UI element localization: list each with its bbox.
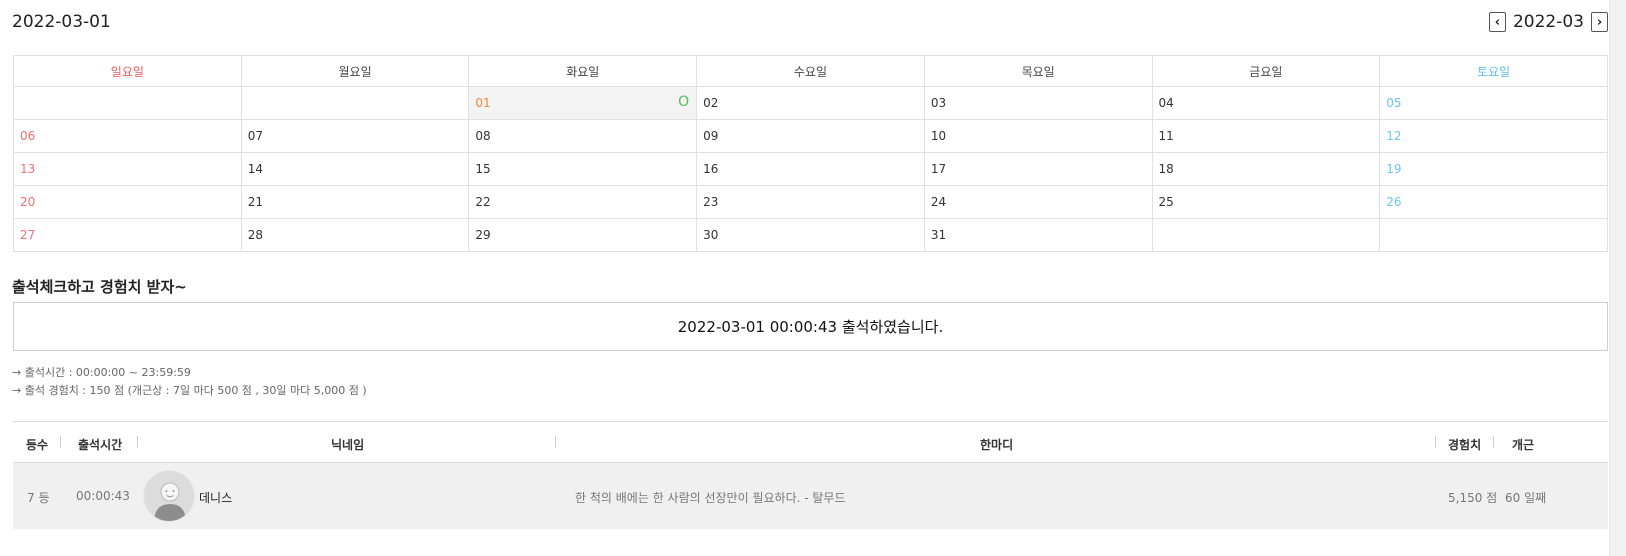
weekday-wednesday: 수요일 (696, 55, 925, 87)
calendar-day[interactable]: 22 (468, 185, 698, 219)
row-rank: 7 등 (27, 491, 50, 505)
calendar-day[interactable]: 26 (1379, 185, 1608, 219)
calendar-day-today[interactable]: 01 O (468, 86, 698, 120)
calendar-day[interactable]: 03 (923, 86, 1153, 120)
calendar-day[interactable]: 23 (696, 185, 925, 219)
next-month-button[interactable]: › (1591, 12, 1608, 32)
calendar-day-empty (240, 86, 470, 120)
column-divider (137, 436, 138, 448)
weekday-tuesday: 화요일 (468, 55, 698, 87)
column-exp: 경험치 (1448, 438, 1482, 452)
column-streak: 개근 (1512, 438, 1535, 452)
calendar-day[interactable]: 17 (923, 152, 1153, 186)
calendar-day[interactable]: 20 (13, 185, 242, 219)
calendar-week: 06 07 08 09 10 11 12 (13, 119, 1608, 153)
calendar-day[interactable]: 21 (240, 185, 470, 219)
attendance-message-box: 2022-03-01 00:00:43 출석하였습니다. (13, 302, 1608, 351)
prev-month-button[interactable]: ‹ (1488, 12, 1506, 32)
current-month: 2022-03 (1512, 12, 1584, 32)
attendance-message: 2022-03-01 00:00:43 출석하였습니다. (677, 318, 944, 336)
calendar-day[interactable]: 29 (468, 218, 698, 252)
calendar-day[interactable]: 24 (923, 185, 1153, 219)
calendar-header: 2022-03-01 ‹ 2022-03 › (12, 12, 1608, 38)
column-divider (1493, 436, 1494, 448)
attendance-section-title: 출석체크하고 경험치 받자~ (12, 278, 187, 296)
column-divider (1435, 436, 1436, 448)
calendar-day[interactable]: 10 (923, 119, 1153, 153)
calendar-day[interactable]: 14 (240, 152, 470, 186)
chevron-right-icon: › (1596, 14, 1603, 30)
calendar-day[interactable]: 31 (923, 218, 1153, 252)
calendar-day[interactable]: 05 (1379, 86, 1608, 120)
calendar-day[interactable]: 11 (1151, 119, 1381, 153)
weekday-sunday: 일요일 (13, 55, 242, 87)
list-item: 7 등 00:00:43 데니스 한 척의 배에는 한 사람의 선장만이 필요하… (13, 463, 1608, 529)
selected-date: 2022-03-01 (12, 12, 111, 32)
calendar-day[interactable]: 06 (13, 119, 242, 153)
calendar-week: 01 O 02 03 04 05 (13, 86, 1608, 120)
user-avatar-icon[interactable] (143, 470, 195, 522)
attendance-exp-info: → 출석 경험치 : 150 점 (개근상 : 7일 마다 500 점 , 30… (12, 384, 367, 397)
calendar-day[interactable]: 04 (1151, 86, 1381, 120)
attendance-calendar: 일요일 월요일 화요일 수요일 목요일 금요일 토요일 01 O 02 03 04… (13, 55, 1608, 252)
calendar-day-empty (1379, 218, 1608, 252)
attendance-time-info: → 출석시간 : 00:00:00 ~ 23:59:59 (12, 366, 191, 379)
chevron-left-icon: ‹ (1494, 14, 1501, 30)
calendar-day[interactable]: 27 (13, 218, 242, 252)
attended-check-icon: O (678, 94, 690, 110)
column-nickname: 닉네임 (331, 438, 365, 452)
row-streak: 60 일째 (1505, 491, 1547, 505)
weekday-saturday: 토요일 (1379, 55, 1608, 87)
calendar-day[interactable]: 30 (696, 218, 925, 252)
list-header: 등수 출석시간 닉네임 한마디 경험치 개근 (13, 421, 1608, 463)
calendar-day[interactable]: 07 (240, 119, 470, 153)
calendar-day[interactable]: 19 (1379, 152, 1608, 186)
attendance-list: 등수 출석시간 닉네임 한마디 경험치 개근 7 등 00:00:43 데니스 … (13, 421, 1608, 529)
calendar-day[interactable]: 09 (696, 119, 925, 153)
row-nickname[interactable]: 데니스 (199, 489, 232, 506)
column-comment: 한마디 (980, 438, 1014, 452)
calendar-day[interactable]: 02 (696, 86, 925, 120)
calendar-day-empty (13, 86, 242, 120)
calendar-day[interactable]: 13 (13, 152, 242, 186)
calendar-week: 27 28 29 30 31 (13, 218, 1608, 252)
row-comment: 한 척의 배에는 한 사람의 선장만이 필요하다. - 탈무드 (575, 491, 846, 505)
weekday-monday: 월요일 (240, 55, 470, 87)
calendar-day[interactable]: 18 (1151, 152, 1381, 186)
weekday-header-row: 일요일 월요일 화요일 수요일 목요일 금요일 토요일 (13, 55, 1608, 87)
weekday-friday: 금요일 (1151, 55, 1381, 87)
calendar-day[interactable]: 28 (240, 218, 470, 252)
weekday-thursday: 목요일 (923, 55, 1153, 87)
column-rank: 등수 (26, 438, 49, 452)
calendar-day[interactable]: 15 (468, 152, 698, 186)
calendar-day[interactable]: 25 (1151, 185, 1381, 219)
row-time: 00:00:43 (76, 489, 130, 503)
calendar-week: 20 21 22 23 24 25 26 (13, 185, 1608, 219)
column-time: 출석시간 (78, 438, 123, 452)
column-divider (60, 436, 61, 448)
column-divider (555, 436, 556, 448)
calendar-day[interactable]: 08 (468, 119, 698, 153)
row-exp: 5,150 점 (1448, 491, 1498, 505)
calendar-week: 13 14 15 16 17 18 19 (13, 152, 1608, 186)
month-navigation: ‹ 2022-03 › (1488, 12, 1608, 32)
day-number: 01 (475, 96, 491, 110)
calendar-day[interactable]: 12 (1379, 119, 1608, 153)
calendar-day-empty (1151, 218, 1381, 252)
calendar-day[interactable]: 16 (696, 152, 925, 186)
page-scrollbar[interactable] (1609, 0, 1626, 556)
